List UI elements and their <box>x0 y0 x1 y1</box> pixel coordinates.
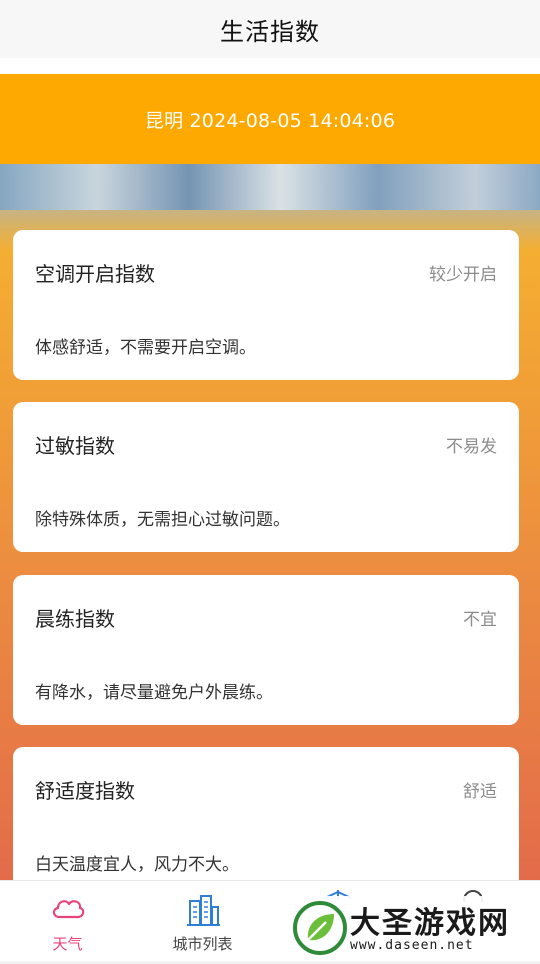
index-level: 不宜 <box>463 610 497 630</box>
index-description: 白天温度宜人，风力不大。 <box>35 855 239 875</box>
index-description: 体感舒适，不需要开启空调。 <box>35 338 256 358</box>
watermark-name: 大圣游戏网 <box>350 906 510 941</box>
index-level: 不易发 <box>446 437 497 457</box>
leaf-logo-icon <box>292 896 348 964</box>
location-datetime: 昆明 2024-08-05 14:04:06 <box>144 109 396 132</box>
index-title: 过敏指数 <box>35 434 115 458</box>
location-banner: 昆明 2024-08-05 14:04:06 <box>0 74 540 164</box>
index-level: 较少开启 <box>429 265 497 285</box>
index-level: 舒适 <box>463 782 497 802</box>
buildings-icon <box>185 893 221 931</box>
index-title: 晨练指数 <box>35 607 115 631</box>
index-card-exercise[interactable]: 晨练指数 不宜 有降水，请尽量避免户外晨练。 <box>13 575 519 725</box>
index-description: 有降水，请尽量避免户外晨练。 <box>35 683 273 703</box>
index-card-comfort[interactable]: 舒适度指数 舒适 白天温度宜人，风力不大。 <box>13 747 519 880</box>
site-watermark: 大圣游戏网 www.daseen.net <box>292 896 540 960</box>
index-card-allergy[interactable]: 过敏指数 不易发 除特殊体质，无需担心过敏问题。 <box>13 402 519 552</box>
watermark-url: www.daseen.net <box>350 938 474 953</box>
weather-background: 昆明 2024-08-05 14:04:06 空调开启指数 较少开启 体感舒适，… <box>0 74 540 880</box>
tab-label: 天气 <box>52 935 83 953</box>
sky-image <box>0 164 540 210</box>
top-app-bar: 生活指数 <box>0 0 540 58</box>
index-description: 除特殊体质，无需担心过敏问题。 <box>35 510 290 530</box>
header-divider <box>0 58 540 74</box>
page-title: 生活指数 <box>220 17 320 46</box>
index-title: 空调开启指数 <box>35 262 155 286</box>
tab-weather[interactable]: 天气 <box>0 881 135 961</box>
tab-city-list[interactable]: 城市列表 <box>135 881 270 961</box>
index-title: 舒适度指数 <box>35 779 135 803</box>
cloud-icon <box>50 893 86 927</box>
index-card-ac[interactable]: 空调开启指数 较少开启 体感舒适，不需要开启空调。 <box>13 230 519 380</box>
tab-label: 城市列表 <box>172 935 233 953</box>
